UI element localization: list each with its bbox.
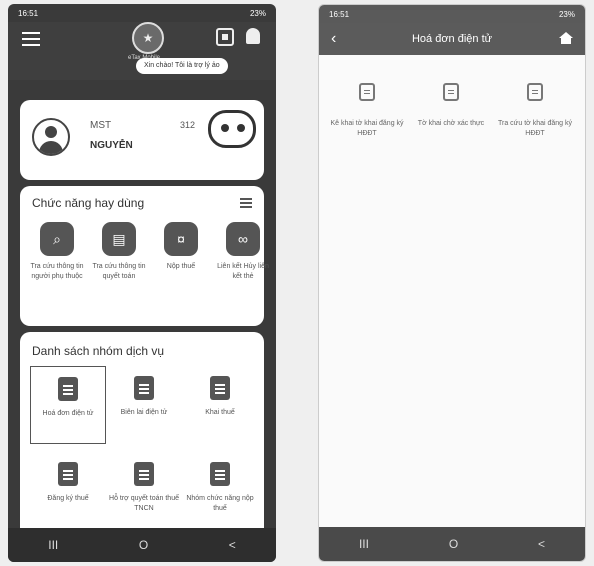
service-pit-settlement[interactable]: Hỗ trợ quyết toán thuế TNCN bbox=[106, 452, 182, 530]
qr-scan-icon[interactable] bbox=[216, 28, 234, 46]
func-settlement-lookup[interactable]: ▤ Tra cứu thông tin quyết toán bbox=[88, 222, 150, 282]
home-button[interactable]: O bbox=[139, 538, 148, 552]
status-battery: 23% bbox=[558, 9, 575, 19]
etax-logo-icon: ★ bbox=[132, 22, 164, 54]
service-e-invoice[interactable]: Hoá đơn điện tử bbox=[30, 366, 106, 444]
phone-left-screen: 16:51 23% ★ eTax Mobile Xin chào! Tôi là… bbox=[8, 4, 276, 562]
func-link-card[interactable]: ∞ Liên kết Hủy liên kết thẻ bbox=[212, 222, 274, 282]
receipt-icon bbox=[134, 376, 154, 400]
status-time: 16:51 bbox=[329, 9, 350, 19]
declaration-icon bbox=[210, 376, 230, 400]
service-tax-payment-group[interactable]: Nhóm chức năng nộp thuế bbox=[182, 452, 258, 530]
func-pay-tax[interactable]: ¤ Nộp thuế bbox=[150, 222, 212, 282]
person-search-icon: ⌕ bbox=[40, 222, 74, 256]
android-nav-bar: III O < bbox=[319, 527, 585, 561]
service-groups-card: Danh sách nhóm dịch vụ Hoá đơn điện tử B… bbox=[20, 332, 264, 532]
link-icon: ∞ bbox=[226, 222, 260, 256]
home-button[interactable]: O bbox=[449, 537, 458, 551]
service-tax-declaration[interactable]: Khai thuế bbox=[182, 366, 258, 444]
back-arrow-icon[interactable]: ‹ bbox=[331, 30, 336, 48]
mst-label: MST bbox=[90, 120, 112, 131]
func-dependent-lookup[interactable]: ⌕ Tra cứu thông tin người phụ thuộc bbox=[26, 222, 88, 282]
person-money-icon: ¤ bbox=[164, 222, 198, 256]
page-header: ‹ Hoá đơn điện tử bbox=[319, 23, 585, 55]
declare-registration-item[interactable]: Kê khai tờ khai đăng ký HĐĐT bbox=[325, 83, 409, 139]
phone-right-screen: 16:51 23% ‹ Hoá đơn điện tử Kê khai tờ k… bbox=[318, 4, 586, 562]
page-title: Hoá đơn điện tử bbox=[411, 33, 492, 45]
clipboard-icon bbox=[58, 377, 78, 401]
home-icon[interactable] bbox=[559, 32, 573, 44]
service-e-receipt[interactable]: Biên lai điện tử bbox=[106, 366, 182, 444]
lookup-registration-item[interactable]: Tra cứu tờ khai đăng ký HĐĐT bbox=[493, 83, 577, 139]
frequent-title: Chức năng hay dùng bbox=[32, 196, 145, 210]
status-bar: 16:51 23% bbox=[319, 5, 585, 23]
status-time: 16:51 bbox=[18, 8, 39, 18]
assistant-greeting: Xin chào! Tôi là trợ lý ảo bbox=[136, 58, 228, 74]
document-search-icon bbox=[527, 83, 543, 101]
service-tax-registration[interactable]: Đăng ký thuế bbox=[30, 452, 106, 530]
pending-verification-item[interactable]: Tờ khai chờ xác thực bbox=[409, 83, 493, 139]
recent-apps-button[interactable]: III bbox=[48, 538, 58, 552]
bell-icon[interactable] bbox=[246, 28, 260, 44]
frequent-functions-card: Chức năng hay dùng ⌕ Tra cứu thông tin n… bbox=[20, 186, 269, 326]
status-battery: 23% bbox=[249, 8, 266, 18]
document-search-icon: ▤ bbox=[102, 222, 136, 256]
services-title: Danh sách nhóm dịch vụ bbox=[32, 344, 165, 358]
back-button[interactable]: < bbox=[538, 537, 545, 551]
document-clock-icon bbox=[443, 83, 459, 101]
settings-sliders-icon[interactable] bbox=[240, 198, 252, 208]
android-nav-bar: III O < bbox=[8, 528, 276, 562]
mst-value: 312 bbox=[180, 120, 196, 130]
avatar bbox=[32, 118, 70, 156]
document-add-icon bbox=[359, 83, 375, 101]
app-header: ★ eTax Mobile Xin chào! Tôi là trợ lý ảo bbox=[8, 22, 276, 80]
person-document-icon bbox=[134, 462, 154, 486]
money-document-icon bbox=[210, 462, 230, 486]
status-bar: 16:51 23% bbox=[8, 4, 276, 22]
back-button[interactable]: < bbox=[229, 538, 236, 552]
registration-icon bbox=[58, 462, 78, 486]
recent-apps-button[interactable]: III bbox=[359, 537, 369, 551]
chatbot-icon[interactable] bbox=[208, 110, 256, 148]
invoice-menu: Kê khai tờ khai đăng ký HĐĐT Tờ khai chờ… bbox=[319, 55, 585, 525]
profile-card[interactable]: MST 312 NGUYỄN bbox=[20, 100, 264, 180]
profile-name: NGUYỄN bbox=[90, 140, 133, 151]
menu-icon[interactable] bbox=[22, 32, 40, 50]
